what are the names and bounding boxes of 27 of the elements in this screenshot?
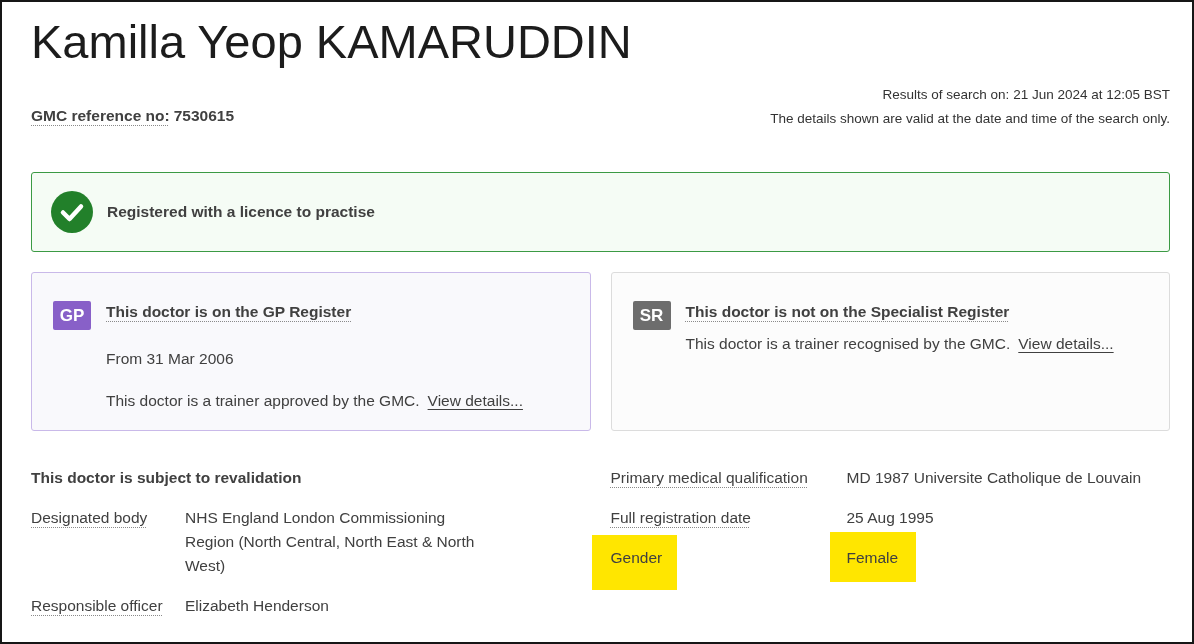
register-badge: GP <box>53 301 91 330</box>
field-value: MD 1987 Universite Catholique de Louvain <box>846 468 1142 488</box>
doctor-name: Kamilla Yeop KAMARUDDIN <box>31 14 633 70</box>
view-details-link[interactable]: View details... <box>1018 332 1114 356</box>
reference-number: 7530615 <box>173 106 234 126</box>
field-label[interactable]: Primary medical qualification <box>610 466 808 490</box>
view-details-link[interactable]: View details... <box>427 389 523 413</box>
field-label: Gender <box>591 535 678 590</box>
field-value: Female <box>829 532 917 582</box>
status-text: Registered with a licence to practise <box>107 203 375 221</box>
check-circle-icon <box>51 191 93 233</box>
register-badge: SR <box>632 301 671 330</box>
field-label[interactable]: Responsible officer <box>31 594 163 618</box>
register-heading[interactable]: This doctor is not on the Specialist Register <box>685 303 1010 320</box>
field-value: 25 Aug 1995 <box>846 508 934 528</box>
register-note: This doctor is a trainer recognised by the GMC. <box>685 334 1011 354</box>
search-info-text: Results of search on: 21 Jun 2024 at 12:05 BST <box>881 86 1170 104</box>
field-label[interactable]: Designated body <box>31 506 148 530</box>
reference-label[interactable]: GMC reference no: <box>31 104 170 128</box>
revalidation-heading: This doctor is subject to revalidation <box>31 468 303 488</box>
field-value: Elizabeth Henderson <box>185 596 329 616</box>
register-note: From 31 Mar 2006 <box>106 349 234 369</box>
field-value: NHS England London Commissioning Region (North Central, North East & North West) <box>185 508 476 576</box>
register-note: This doctor is a trainer approved by the GMC. <box>106 391 420 411</box>
register-heading[interactable]: This doctor is on the GP Register <box>106 303 352 320</box>
field-label[interactable]: Full registration date <box>610 506 751 530</box>
search-info-text: The details shown are valid at the date and time of the search only. <box>770 110 1170 128</box>
